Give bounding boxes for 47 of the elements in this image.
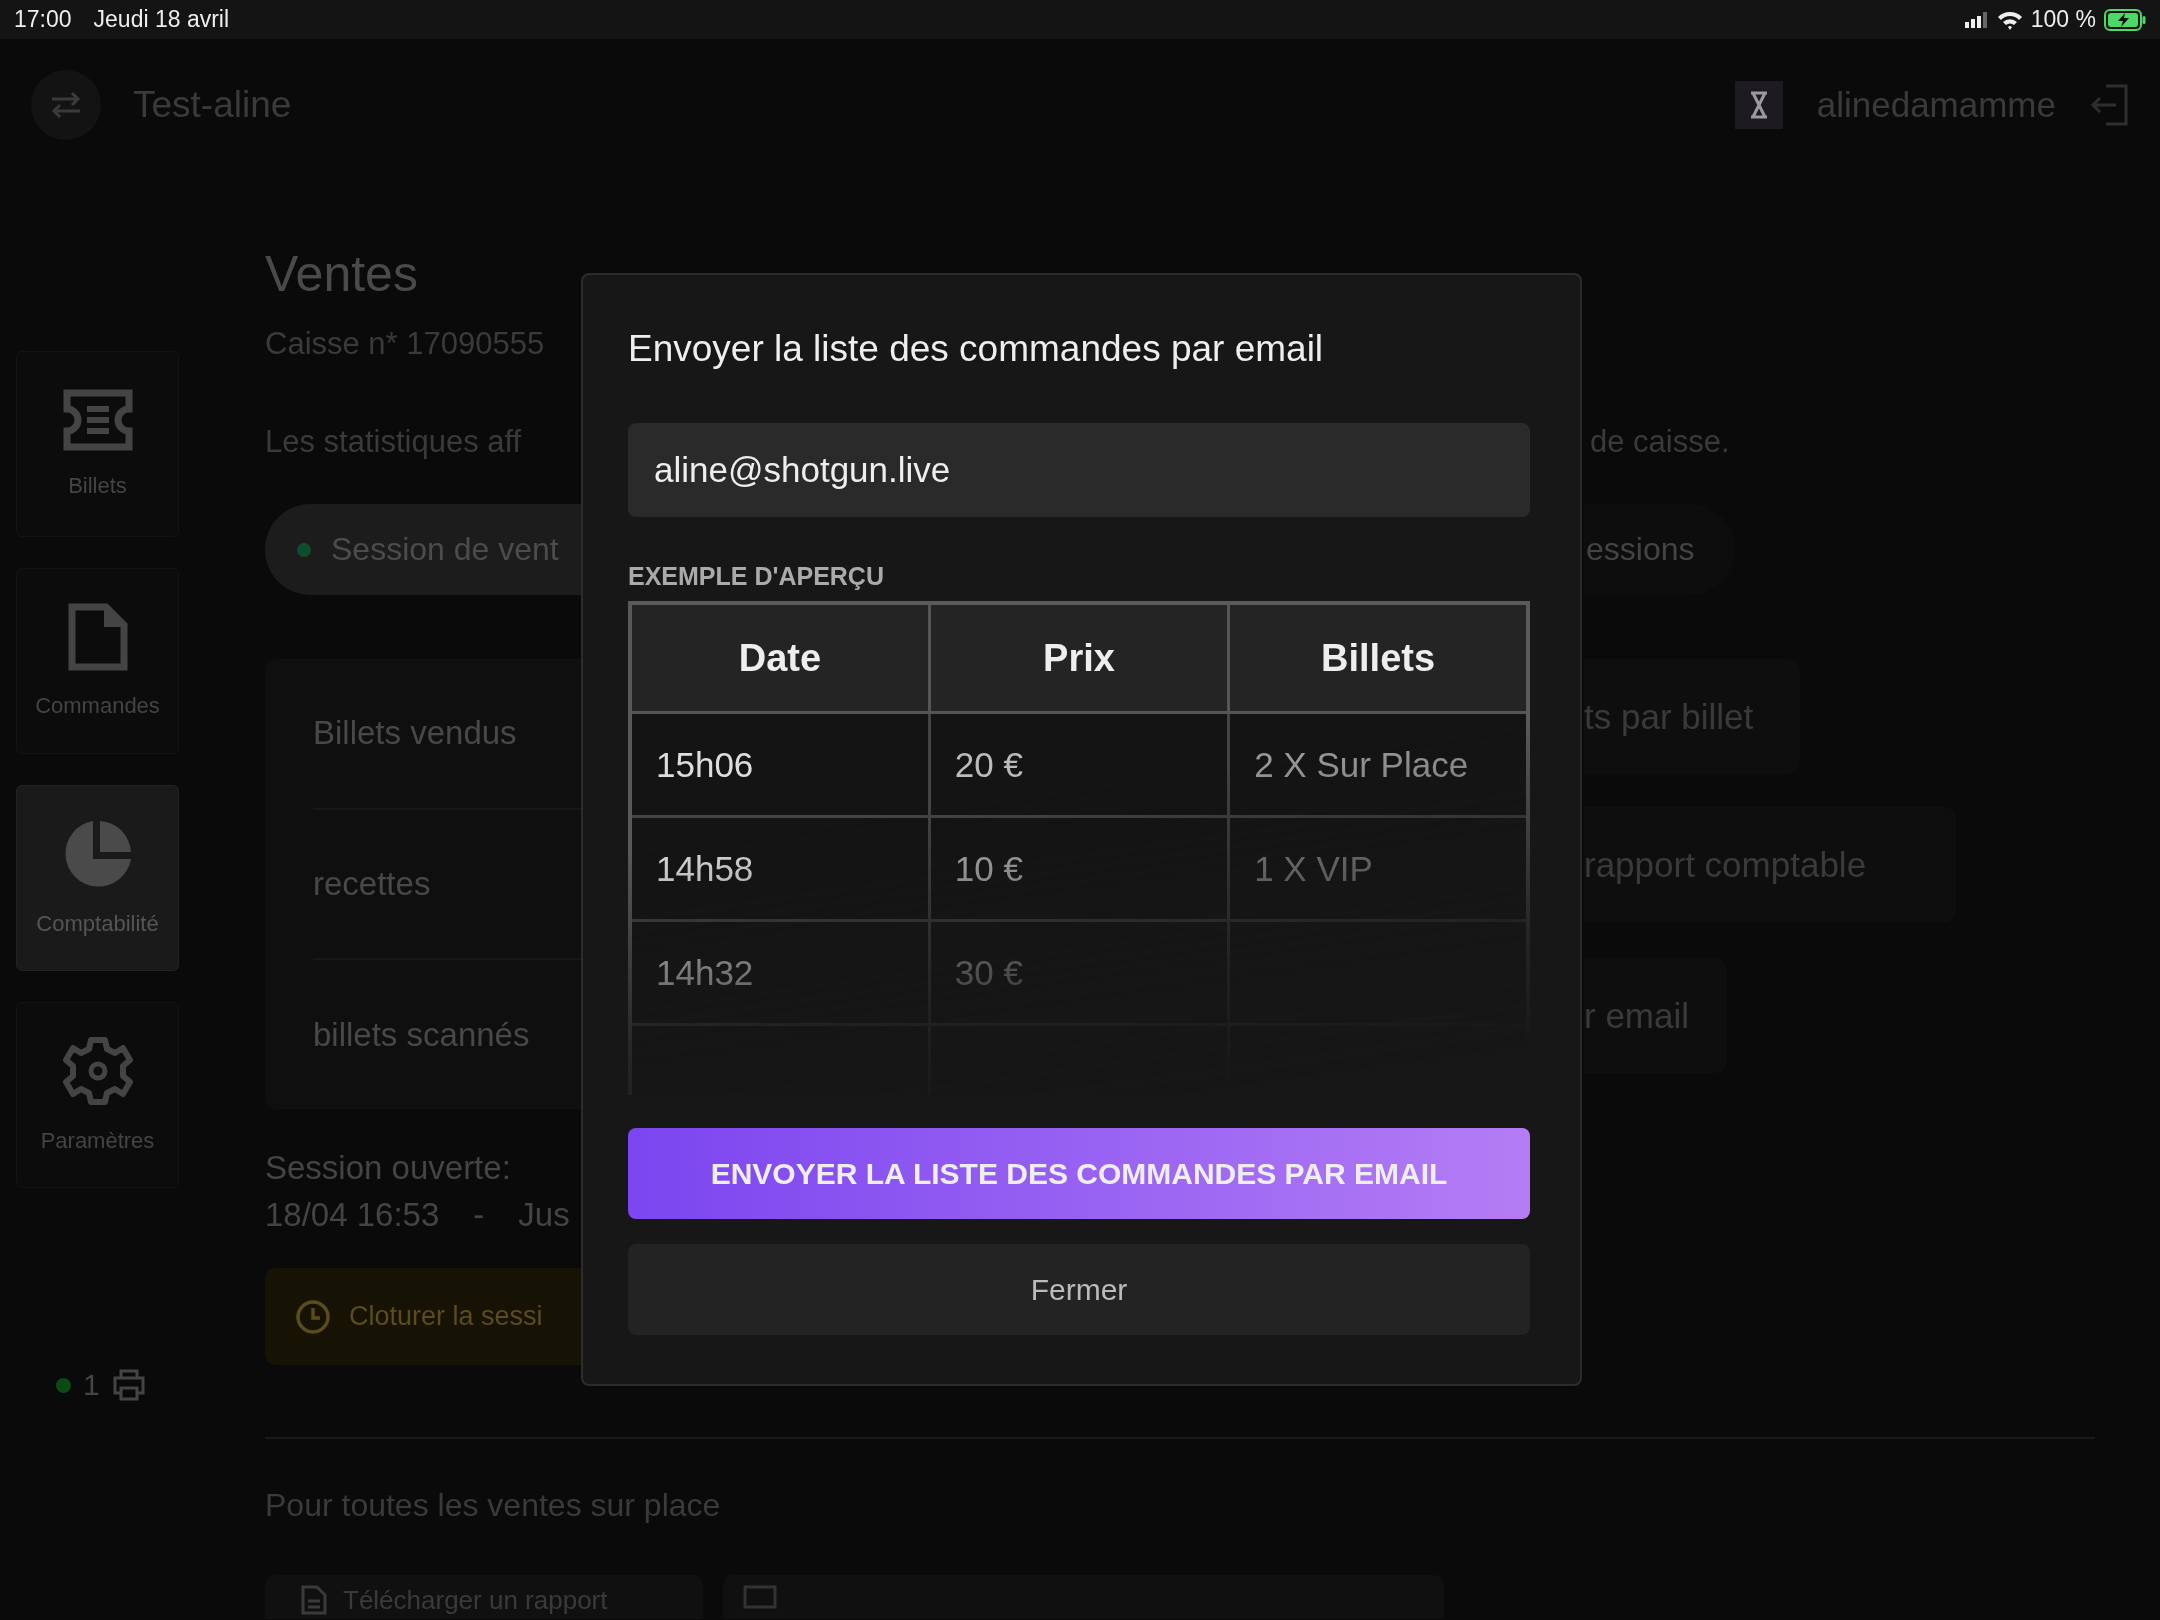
table-cell: 10 € bbox=[954, 848, 1023, 888]
clock-icon bbox=[295, 1298, 331, 1335]
email-field[interactable]: aline@shotgun.live bbox=[628, 423, 1530, 517]
stat-label: recettes bbox=[313, 865, 431, 903]
status-time: 17:00 bbox=[14, 6, 72, 33]
document-icon bbox=[301, 1585, 327, 1615]
sidebar-item[interactable]: Commandes bbox=[16, 568, 179, 754]
separator: - bbox=[473, 1195, 485, 1235]
session-opened-label: Session ouverte: bbox=[265, 1149, 511, 1186]
sidebar-item[interactable]: Paramètres bbox=[16, 1002, 179, 1188]
logout-icon[interactable] bbox=[2090, 82, 2130, 127]
table-cell: 20 € bbox=[954, 744, 1023, 784]
sidebar-item[interactable]: Comptabilité bbox=[16, 785, 179, 971]
report-button[interactable] bbox=[723, 1575, 1444, 1619]
battery-percent: 100 % bbox=[2030, 6, 2096, 33]
status-date: Jeudi 18 avril bbox=[93, 6, 230, 33]
wifi-icon bbox=[1996, 9, 2023, 30]
printer-count: 1 bbox=[83, 1368, 100, 1402]
page-title: Ventes bbox=[265, 246, 418, 302]
printer-icon bbox=[111, 1368, 146, 1402]
column-header: Prix bbox=[1043, 636, 1115, 679]
close-button[interactable]: Fermer bbox=[628, 1244, 1530, 1335]
table-cell: 15h06 bbox=[656, 744, 754, 784]
stat-label: Billets vendus bbox=[313, 714, 517, 753]
session-start: 18/04 16:53 bbox=[265, 1195, 440, 1235]
status-dot bbox=[56, 1377, 71, 1393]
close-session-button[interactable]: Cloturer la sessi bbox=[265, 1268, 581, 1365]
sidebar-item[interactable]: Billets bbox=[16, 351, 179, 537]
signal-icon bbox=[1964, 11, 1989, 28]
table-cell: 2 X Sur Place bbox=[1254, 744, 1469, 784]
battery-icon bbox=[2104, 8, 2146, 31]
send-button[interactable]: ENVOYER LA LISTE DES COMMANDES PAR EMAIL bbox=[628, 1128, 1530, 1219]
preview-label: EXEMPLE D'APERÇU bbox=[628, 561, 885, 591]
table-cell: 14h32 bbox=[656, 952, 754, 992]
ticket-icon bbox=[62, 389, 133, 451]
column-header: Date bbox=[738, 636, 822, 679]
table-cell: 14h58 bbox=[656, 848, 754, 888]
table-cell: 1 X VIP bbox=[1254, 848, 1373, 888]
settings-icon bbox=[62, 1036, 133, 1106]
envelope-icon bbox=[743, 1585, 777, 1609]
stat-label: billets scannés bbox=[313, 1015, 530, 1054]
column-header: Billets bbox=[1321, 636, 1436, 679]
session-end: Jus bbox=[518, 1195, 570, 1235]
avatar-icon bbox=[1734, 80, 1783, 129]
document-icon bbox=[67, 603, 128, 671]
table-cell: 30 € bbox=[954, 952, 1023, 992]
dialog-title: Envoyer la liste des commandes par email bbox=[628, 327, 1325, 371]
